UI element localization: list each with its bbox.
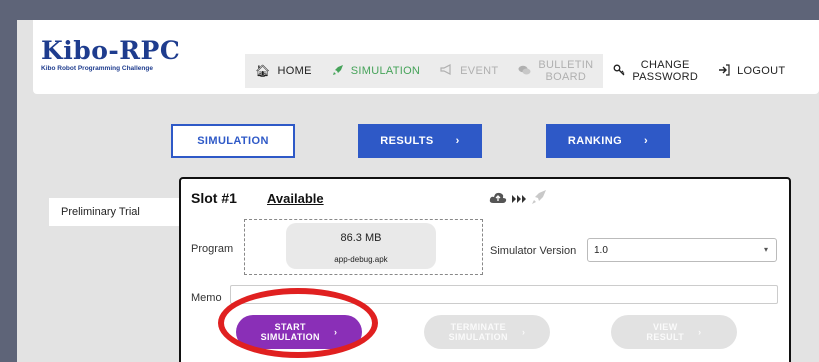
nav-home[interactable]: 🏠︎ HOME xyxy=(245,54,322,88)
nav-logout[interactable]: LOGOUT xyxy=(708,54,796,88)
memo-label: Memo xyxy=(191,292,222,304)
nav-bulletin-label: BULLETIN BOARD xyxy=(538,59,593,83)
nav-event-label: EVENT xyxy=(460,65,499,77)
view-line1: VIEW xyxy=(652,322,678,332)
nav-home-label: HOME xyxy=(277,65,312,77)
tab-simulation-label: SIMULATION xyxy=(197,135,269,147)
sidebar-item-preliminary-trial[interactable]: Preliminary Trial xyxy=(49,198,185,226)
main-nav: 🏠︎ HOME SIMULATION EVENT BULLETIN BOARD … xyxy=(245,54,819,88)
brand-title: Kibo-RPC xyxy=(41,36,181,65)
highlight-annotation xyxy=(218,288,378,358)
simulator-version-value: 1.0 xyxy=(594,244,608,256)
chevron-right-icon: › xyxy=(455,135,460,147)
file-name: app-debug.apk xyxy=(334,255,388,264)
simulator-version-label: Simulator Version xyxy=(490,245,577,257)
key-icon xyxy=(613,64,625,78)
brand-subtitle: Kibo Robot Programming Challenge xyxy=(41,65,153,72)
rocket-icon xyxy=(531,189,547,210)
brand-logo[interactable]: Kibo-RPC Kibo Robot Programming Challeng… xyxy=(41,36,181,73)
tab-simulation[interactable]: SIMULATION xyxy=(171,124,295,158)
terminate-simulation-button[interactable]: TERMINATE SIMULATION › xyxy=(424,315,550,349)
app-window: Kibo-RPC Kibo Robot Programming Challeng… xyxy=(17,20,819,362)
chevron-down-icon: ▾ xyxy=(763,245,768,254)
tab-results-label: RESULTS xyxy=(380,135,434,147)
chevron-right-icon: › xyxy=(521,327,526,337)
slot-status: Available xyxy=(267,191,324,206)
terminate-line2: SIMULATION xyxy=(448,332,508,342)
file-size: 86.3 MB xyxy=(340,232,382,244)
cloud-upload-icon xyxy=(489,191,507,209)
view-result-label: VIEW RESULT xyxy=(646,322,684,342)
tab-ranking[interactable]: RANKING › xyxy=(546,124,670,158)
nav-bulletin-line1: BULLETIN xyxy=(538,59,594,71)
chevron-right-icon: › xyxy=(644,135,649,147)
chevron-right-icon: › xyxy=(698,327,702,337)
rocket-icon xyxy=(332,64,344,79)
flow-status-icons xyxy=(489,189,547,210)
megaphone-icon xyxy=(440,64,453,78)
arrows-right-icon xyxy=(511,191,527,209)
view-line2: RESULT xyxy=(646,332,685,342)
sidebar-item-label: Preliminary Trial xyxy=(61,206,140,218)
view-result-button[interactable]: VIEW RESULT › xyxy=(611,315,737,349)
tab-results[interactable]: RESULTS › xyxy=(358,124,482,158)
terminate-simulation-label: TERMINATE SIMULATION xyxy=(449,322,508,342)
logout-icon xyxy=(718,63,730,79)
nav-simulation[interactable]: SIMULATION xyxy=(321,54,431,88)
home-icon: 🏠︎ xyxy=(255,64,271,78)
nav-change-password-line1: CHANGE xyxy=(640,59,690,71)
nav-bulletin-board[interactable]: BULLETIN BOARD xyxy=(508,54,604,88)
nav-simulation-label: SIMULATION xyxy=(350,65,421,77)
nav-change-password[interactable]: CHANGE PASSWORD xyxy=(603,54,709,88)
chat-icon xyxy=(518,65,531,78)
header: Kibo-RPC Kibo Robot Programming Challeng… xyxy=(33,20,819,94)
program-label: Program xyxy=(191,243,234,255)
nav-change-password-line2: PASSWORD xyxy=(632,71,699,83)
simulator-version-select[interactable]: 1.0 ▾ xyxy=(587,238,777,262)
slot-title: Slot #1 xyxy=(191,190,237,206)
nav-change-password-label: CHANGE PASSWORD xyxy=(632,59,698,83)
terminate-line1: TERMINATE xyxy=(450,322,506,332)
nav-logout-label: LOGOUT xyxy=(737,65,786,77)
program-dropzone[interactable]: 86.3 MB app-debug.apk xyxy=(244,219,483,275)
nav-event[interactable]: EVENT xyxy=(430,54,509,88)
program-file[interactable]: 86.3 MB app-debug.apk xyxy=(286,223,436,269)
screenshot-frame: Kibo-RPC Kibo Robot Programming Challeng… xyxy=(0,0,819,362)
nav-bulletin-line2: BOARD xyxy=(545,71,587,83)
tab-ranking-label: RANKING xyxy=(567,135,623,147)
